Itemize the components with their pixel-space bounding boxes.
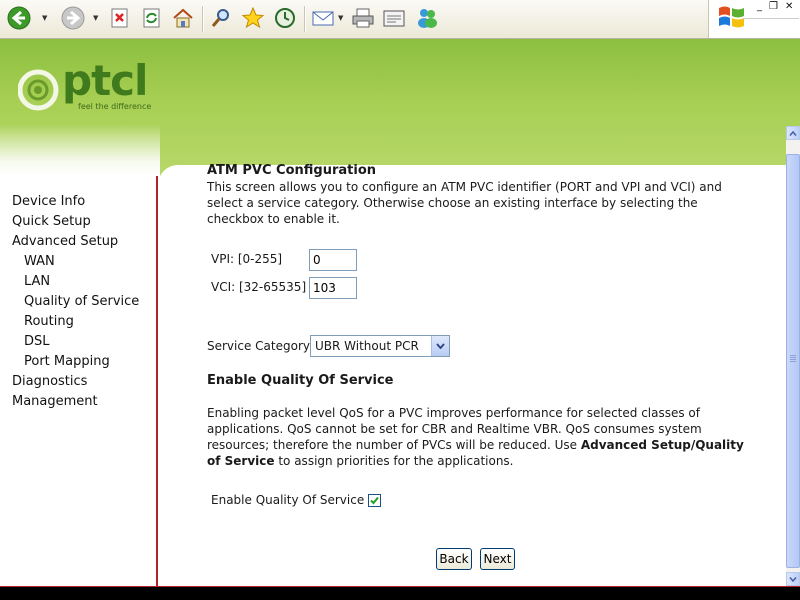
edit-icon[interactable] bbox=[381, 5, 407, 31]
mail-dropdown-icon[interactable]: ▼ bbox=[338, 15, 344, 22]
next-button[interactable]: Next bbox=[480, 548, 515, 570]
logo-tagline: feel the difference bbox=[78, 102, 152, 111]
qos-text-part2: to assign priorities for the application… bbox=[274, 454, 514, 468]
browser-toolbar: ▼ ▼ ▼ _ ❐ ✕ bbox=[0, 0, 800, 39]
nav-management[interactable]: Management bbox=[12, 394, 98, 409]
nav-routing[interactable]: Routing bbox=[24, 314, 74, 329]
print-icon[interactable] bbox=[350, 5, 376, 31]
left-navigation: Device Info Quick Setup Advanced Setup W… bbox=[0, 176, 158, 586]
main-content: ATM PVC Configuration This screen allows… bbox=[158, 163, 786, 586]
refresh-icon[interactable] bbox=[139, 5, 165, 31]
messenger-icon[interactable] bbox=[414, 5, 440, 31]
service-category-label: Service Category: bbox=[207, 339, 314, 353]
nav-quick-setup[interactable]: Quick Setup bbox=[12, 214, 91, 229]
back-nav-icon[interactable] bbox=[6, 5, 32, 31]
search-icon[interactable] bbox=[208, 5, 234, 31]
history-icon[interactable] bbox=[272, 5, 298, 31]
checkmark-icon bbox=[370, 496, 379, 505]
qos-heading: Enable Quality Of Service bbox=[207, 373, 394, 388]
scroll-grip bbox=[790, 355, 796, 363]
scroll-down-button[interactable] bbox=[786, 572, 800, 586]
service-category-value: UBR Without PCR bbox=[315, 339, 419, 353]
nav-port-mapping[interactable]: Port Mapping bbox=[24, 354, 110, 369]
nav-dsl[interactable]: DSL bbox=[24, 334, 50, 349]
toolbar-separator bbox=[202, 6, 204, 32]
bottom-band bbox=[0, 586, 800, 600]
mail-icon[interactable] bbox=[310, 5, 336, 31]
header-fade bbox=[0, 124, 160, 176]
windows-logo-icon bbox=[719, 6, 744, 28]
window-controls: _ ❐ ✕ bbox=[708, 0, 800, 38]
vertical-scrollbar[interactable] bbox=[786, 126, 800, 586]
nav-lan[interactable]: LAN bbox=[24, 274, 50, 289]
bottom-divider bbox=[0, 586, 800, 587]
page-description: This screen allows you to configure an A… bbox=[207, 180, 722, 226]
nav-advanced-setup[interactable]: Advanced Setup bbox=[12, 234, 118, 249]
chevron-down-icon[interactable] bbox=[431, 336, 449, 356]
qos-checkbox[interactable] bbox=[368, 494, 381, 507]
back-button[interactable]: Back bbox=[436, 548, 472, 570]
stop-icon[interactable] bbox=[107, 5, 133, 31]
scroll-thumb[interactable] bbox=[786, 154, 800, 568]
qos-description: Enabling packet level QoS for a PVC impr… bbox=[207, 405, 752, 469]
restore-button[interactable]: ❐ bbox=[769, 2, 778, 12]
logo-wordmark: ptcl bbox=[62, 56, 148, 105]
toolbar-separator bbox=[304, 6, 306, 32]
nav-quality-of-service[interactable]: Quality of Service bbox=[24, 294, 139, 309]
page-title: ATM PVC Configuration bbox=[207, 163, 376, 178]
close-button[interactable]: ✕ bbox=[785, 2, 793, 12]
service-category-select[interactable]: UBR Without PCR bbox=[310, 335, 450, 357]
nav-device-info[interactable]: Device Info bbox=[12, 194, 85, 209]
vpi-label: VPI: [0-255] bbox=[211, 252, 283, 266]
forward-dropdown-icon[interactable]: ▼ bbox=[93, 15, 99, 22]
vci-label: VCI: [32-65535] bbox=[211, 280, 307, 294]
scroll-up-button[interactable] bbox=[786, 126, 800, 140]
vpi-input[interactable] bbox=[309, 249, 357, 271]
ptcl-logo: ptcl feel the difference bbox=[17, 56, 151, 121]
minimize-button[interactable]: _ bbox=[757, 2, 762, 12]
qos-checkbox-label: Enable Quality Of Service bbox=[211, 493, 365, 507]
back-dropdown-icon[interactable]: ▼ bbox=[42, 15, 48, 22]
nav-diagnostics[interactable]: Diagnostics bbox=[12, 374, 87, 389]
favorites-star-icon[interactable] bbox=[240, 5, 266, 31]
toolbar-progress-line bbox=[743, 18, 799, 19]
vci-input[interactable] bbox=[309, 277, 357, 299]
nav-wan[interactable]: WAN bbox=[24, 254, 55, 269]
forward-nav-icon[interactable] bbox=[60, 5, 86, 31]
home-icon[interactable] bbox=[170, 5, 196, 31]
